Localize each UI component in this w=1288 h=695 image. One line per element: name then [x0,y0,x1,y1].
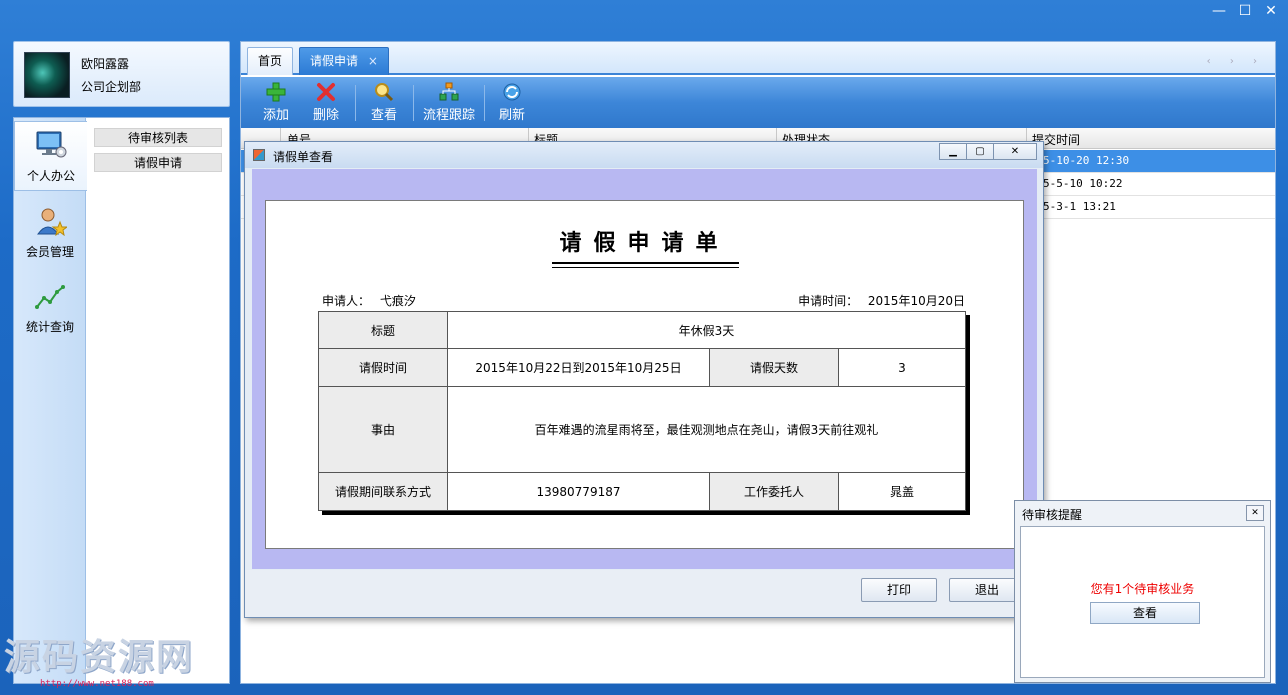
leave-detail-table: 标题 年休假3天 请假时间 2015年10月22日到2015年10月25日 请假… [318,311,966,511]
notice-title: 待审核提醒 [1022,508,1083,522]
tab-bar: 首页 请假申请 × ‹ › › [241,42,1275,75]
watermark-url: http://www.net188.com [40,679,154,689]
delete-label: 删除 [313,108,340,123]
contact-label: 请假期间联系方式 [318,472,448,511]
sub-item-pending-list[interactable]: 待审核列表 [94,128,222,147]
add-button[interactable]: 添加 [263,82,289,126]
delete-x-icon [317,83,335,101]
delegate-value: 晁盖 [838,472,966,511]
nav-item-statistics[interactable]: 统计查询 [14,273,86,343]
nav-strip: 个人办公 会员管理 统计查询 [14,118,87,683]
row-submit-time: 5-3-1 13:21 [1043,200,1116,213]
window-controls: — ☐ ✕ [1206,0,1284,22]
delete-button[interactable]: 删除 [313,82,339,126]
pending-review-popup: 待审核提醒 ✕ 您有1个待审核业务 查看 [1014,500,1271,683]
dialog-window-buttons: ▁ ▢ ✕ [939,143,1037,160]
flow-track-label: 流程跟踪 [423,108,476,123]
refresh-button[interactable]: 刷新 [499,82,525,126]
sub-item-leave-application[interactable]: 请假申请 [94,153,222,172]
notice-body: 您有1个待审核业务 查看 [1020,526,1265,678]
tab-close-icon[interactable]: × [368,54,378,68]
left-panel: 个人办公 会员管理 统计查询 待审核列表 请假申请 [13,117,230,684]
tab-leave-label: 请假申请 [310,54,359,68]
apply-time-line: 申请时间： 2015年10月20日 [798,292,965,309]
toolbar-divider [413,85,414,121]
nav-item-personal-office[interactable]: 个人办公 [14,121,87,191]
reason-value: 百年难遇的流星雨将至，最佳观测地点在尧山，请假3天前往观礼 [447,386,966,473]
dialog-close-icon[interactable]: ✕ [993,143,1037,160]
days-value: 3 [838,348,966,387]
nav-item-member-management[interactable]: 会员管理 [14,198,86,268]
dialog-maximize-icon[interactable]: ▢ [966,143,994,160]
nav-label-member-management: 会员管理 [25,245,74,259]
flow-track-button[interactable]: 流程跟踪 [423,82,475,126]
delegate-label: 工作委托人 [709,472,839,511]
toolbar-divider [355,85,356,121]
notice-message: 您有1个待审核业务 [1090,582,1195,596]
toolbar: 添加 删除 查看 流程跟踪 刷新 [241,77,1275,128]
nav-label-personal-office: 个人办公 [26,169,75,183]
tab-home[interactable]: 首页 [247,47,294,75]
notice-view-button[interactable]: 查看 [1090,602,1200,624]
row-submit-time: 5-5-10 10:22 [1043,177,1123,190]
refresh-label: 刷新 [499,108,526,123]
nav-label-statistics: 统计查询 [25,320,74,334]
dialog-body: 请假申请单 申请人： 弋痕汐 申请时间： 2015年10月20日 标题 年休假3… [252,169,1037,569]
apply-time-label: 申请时间： [798,294,859,308]
minimize-icon[interactable]: — [1206,0,1232,22]
leave-view-dialog: 请假单查看 ▁ ▢ ✕ 请假申请单 申请人： 弋痕汐 申请时间： 2015年10… [244,141,1044,618]
dialog-footer: 打印 退出 [245,570,1043,617]
reason-label: 事由 [318,386,448,473]
doc-title-underline [552,262,739,268]
sub-menu: 待审核列表 请假申请 [94,128,222,178]
plus-icon [266,82,286,102]
period-label: 请假时间 [318,348,448,387]
row-submit-time: 5-10-20 12:30 [1043,154,1130,167]
line-chart-icon [35,285,65,309]
maximize-icon[interactable]: ☐ [1232,0,1258,22]
contact-value: 13980779187 [447,472,710,511]
dialog-title: 请假单查看 [273,150,334,164]
applicant-line: 申请人： 弋痕汐 [322,292,416,309]
monitor-gear-icon [36,131,67,158]
watermark-logo: 源码资源网 [4,636,195,678]
leave-form-paper: 请假申请单 申请人： 弋痕汐 申请时间： 2015年10月20日 标题 年休假3… [265,200,1024,549]
notice-close-icon[interactable]: ✕ [1246,505,1264,521]
dialog-titlebar[interactable]: 请假单查看 ▁ ▢ ✕ [245,142,1043,168]
flow-chart-icon [439,82,459,101]
print-button[interactable]: 打印 [861,578,937,602]
tab-scroll-arrows[interactable]: ‹ › › [1207,56,1265,67]
view-label: 查看 [371,108,398,123]
toolbar-divider [484,85,485,121]
magnifier-icon [375,83,394,102]
dialog-minimize-icon[interactable]: ▁ [939,143,967,160]
add-label: 添加 [263,108,290,123]
user-name: 欧阳露露 [81,57,130,71]
tab-leave-application[interactable]: 请假申请 × [299,47,389,75]
close-icon[interactable]: ✕ [1258,0,1284,22]
apply-time-value: 2015年10月20日 [867,294,965,308]
title-value: 年休假3天 [447,311,966,349]
days-label: 请假天数 [709,348,839,387]
user-department: 公司企划部 [81,80,142,94]
user-star-icon [37,208,69,237]
doc-title: 请假申请单 [559,230,730,256]
applicant-label: 申请人： [322,294,371,308]
app-icon [253,149,265,161]
applicant-value: 弋痕汐 [379,294,416,308]
refresh-icon [503,83,521,101]
period-value: 2015年10月22日到2015年10月25日 [447,348,710,387]
user-card: 欧阳露露 公司企划部 [13,41,230,107]
view-button[interactable]: 查看 [371,82,397,126]
title-label: 标题 [318,311,448,349]
tab-home-label: 首页 [258,54,283,68]
avatar [24,52,70,98]
